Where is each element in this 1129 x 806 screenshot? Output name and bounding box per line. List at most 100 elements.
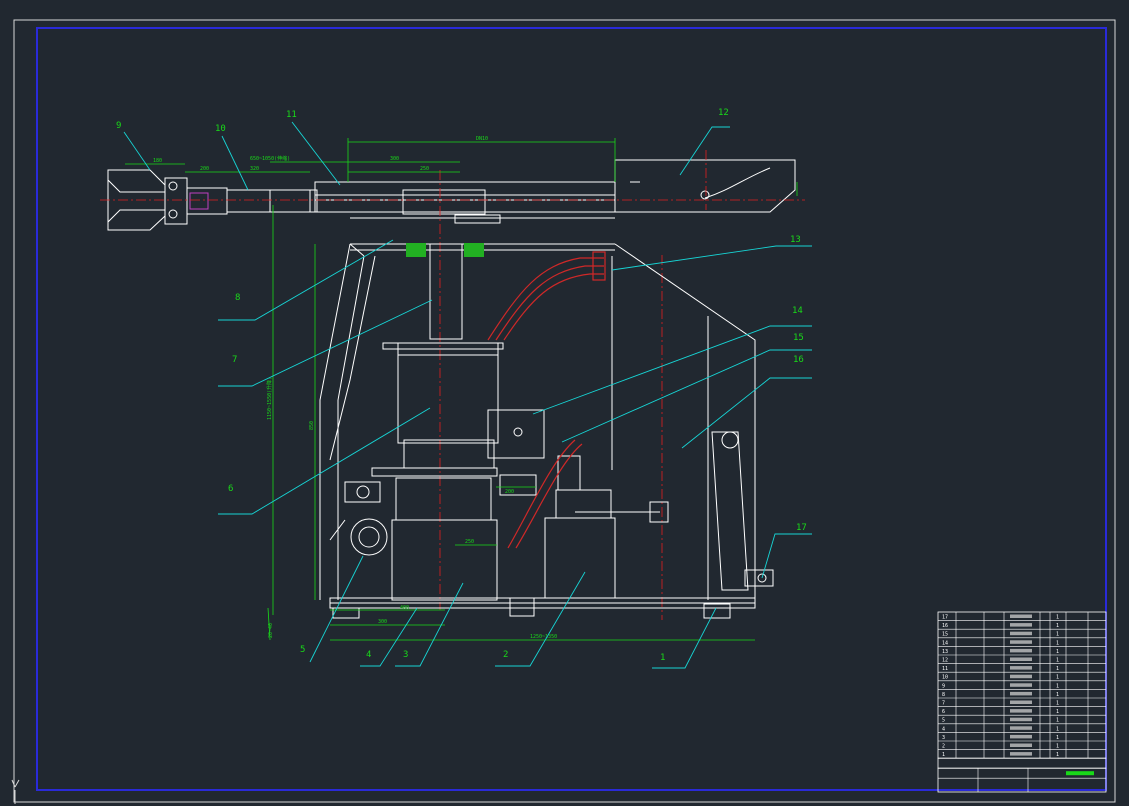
parts-list-qty: 1: [1056, 623, 1059, 629]
assembly-drawing: DN10 650~1050(伸缩) 300 250 180 200 320 11…: [11, 19, 1116, 804]
callout-number: 1: [660, 653, 665, 663]
parts-list-qty: 1: [1056, 701, 1059, 707]
cad-drawing-canvas[interactable]: DN10 650~1050(伸缩) 300 250 180 200 320 11…: [0, 0, 1129, 806]
parts-list-name-glyphs: [1010, 734, 1032, 739]
callout-number: 12: [718, 108, 729, 118]
parts-list-number: 16: [942, 623, 948, 629]
callout-number: 9: [116, 121, 121, 131]
parts-list-number: 12: [942, 658, 948, 664]
leader-line: [761, 533, 812, 579]
leader-line: [681, 377, 812, 449]
dim-small-a: 250: [465, 539, 474, 545]
callout-number: 15: [793, 333, 804, 343]
parts-list-name-glyphs: [1010, 614, 1032, 618]
parts-list-number: 14: [942, 640, 948, 646]
parts-list-name-glyphs: [1010, 743, 1032, 747]
parts-list-number: 7: [942, 701, 945, 707]
parts-list-number: 1: [942, 752, 945, 758]
parts-list-qty: 1: [1056, 640, 1059, 646]
leader-line: [221, 135, 249, 191]
leader-line: [291, 121, 341, 186]
parts-list-number: 4: [942, 726, 945, 732]
parts-list-number: 3: [942, 735, 945, 741]
dim-d2: 250: [420, 166, 429, 172]
leader-line: [218, 239, 394, 321]
parts-list-number: 10: [942, 675, 948, 681]
callout-number: 14: [792, 306, 803, 316]
parts-list-qty: 1: [1056, 726, 1059, 732]
parts-list-number: 2: [942, 744, 945, 750]
ucs-y-axis-icon: [11, 779, 20, 804]
dim-base-w: 1250~1350: [530, 634, 557, 640]
parts-list-qty: 1: [1056, 709, 1059, 715]
parts-list-name-glyphs: [1010, 700, 1032, 704]
callout-number: 6: [228, 484, 233, 494]
hydraulic-pipes: [487, 251, 606, 549]
telescopic-arm: [107, 159, 796, 231]
parts-list-number: 6: [942, 709, 945, 715]
callout-number: 5: [300, 645, 305, 655]
machine-body: [319, 243, 774, 619]
dim-ground: 20~40: [268, 623, 274, 638]
parts-list-number: 17: [942, 615, 948, 621]
parts-list-qty: 1: [1056, 735, 1059, 741]
dim-body-h: 850: [309, 421, 315, 430]
dim-d4: 200: [200, 166, 209, 172]
callout-number: 2: [503, 650, 508, 660]
parts-list-qty: 1: [1056, 744, 1059, 750]
parts-list-number: 9: [942, 683, 945, 689]
parts-list-number: 5: [942, 718, 945, 724]
parts-list-qty: 1: [1056, 666, 1059, 672]
dim-stroke-range: 650~1050(伸缩): [250, 155, 290, 162]
callout-number: 16: [793, 355, 804, 365]
parts-list-qty: 1: [1056, 752, 1059, 758]
callout-number: 7: [232, 355, 237, 365]
parts-list-qty: 1: [1056, 718, 1059, 724]
parts-list-qty: 1: [1056, 692, 1059, 698]
parts-list-name-glyphs: [1010, 623, 1032, 627]
parts-list-name-glyphs: [1010, 683, 1032, 687]
leader-line: [495, 571, 586, 667]
leader-line: [532, 325, 812, 415]
leader-line: [679, 126, 730, 176]
leader-line: [561, 349, 812, 443]
parts-list-name-glyphs: [1010, 726, 1032, 730]
parts-list-number: 15: [942, 632, 948, 638]
callout-number: 8: [235, 293, 240, 303]
drawing-name-glyphs: [1066, 771, 1094, 776]
dimension-lines: [125, 138, 798, 641]
callout-number: 13: [790, 235, 801, 245]
parts-list-name-glyphs: [1010, 640, 1032, 644]
parts-list-number: 13: [942, 649, 948, 655]
callout-number: 3: [403, 650, 408, 660]
parts-list-name-glyphs: [1010, 666, 1032, 670]
dim-top-stroke: DN10: [476, 136, 488, 142]
callout-number: 4: [366, 650, 371, 660]
parts-list-name-glyphs: [1010, 674, 1032, 679]
leader-line: [611, 245, 812, 271]
parts-list-name-glyphs: [1010, 717, 1032, 722]
dim-height-range: 1150~1550(升降): [266, 377, 273, 420]
title-block: 17 116 115 114 113 112 111 110 19 18 17 16 15 14 13 12 1…: [937, 611, 1107, 793]
parts-list-header: [937, 757, 1107, 769]
parts-list-name-glyphs: [1010, 631, 1032, 636]
parts-list-qty: 1: [1056, 675, 1059, 681]
callout-number: 17: [796, 523, 807, 533]
hatched-hub: [189, 192, 209, 210]
parts-list-number: 11: [942, 666, 948, 672]
parts-list-name-glyphs: [1010, 691, 1032, 696]
dim-base-a: 300: [378, 619, 387, 625]
dim-small-b: 200: [505, 489, 514, 495]
parts-list-qty: 1: [1056, 658, 1059, 664]
callout-number: 11: [286, 110, 297, 120]
dim-d1: 300: [390, 156, 399, 162]
parts-list-name-glyphs: [1010, 752, 1032, 756]
parts-list-number: 8: [942, 692, 945, 698]
parts-list-qty: 1: [1056, 615, 1059, 621]
parts-list-name-glyphs: [1010, 709, 1032, 713]
dim-d5: 320: [250, 166, 259, 172]
leader-line: [309, 555, 364, 663]
parts-list-name-glyphs: [1010, 648, 1032, 653]
parts-list-qty: 1: [1056, 683, 1059, 689]
parts-list-qty: 1: [1056, 632, 1059, 638]
